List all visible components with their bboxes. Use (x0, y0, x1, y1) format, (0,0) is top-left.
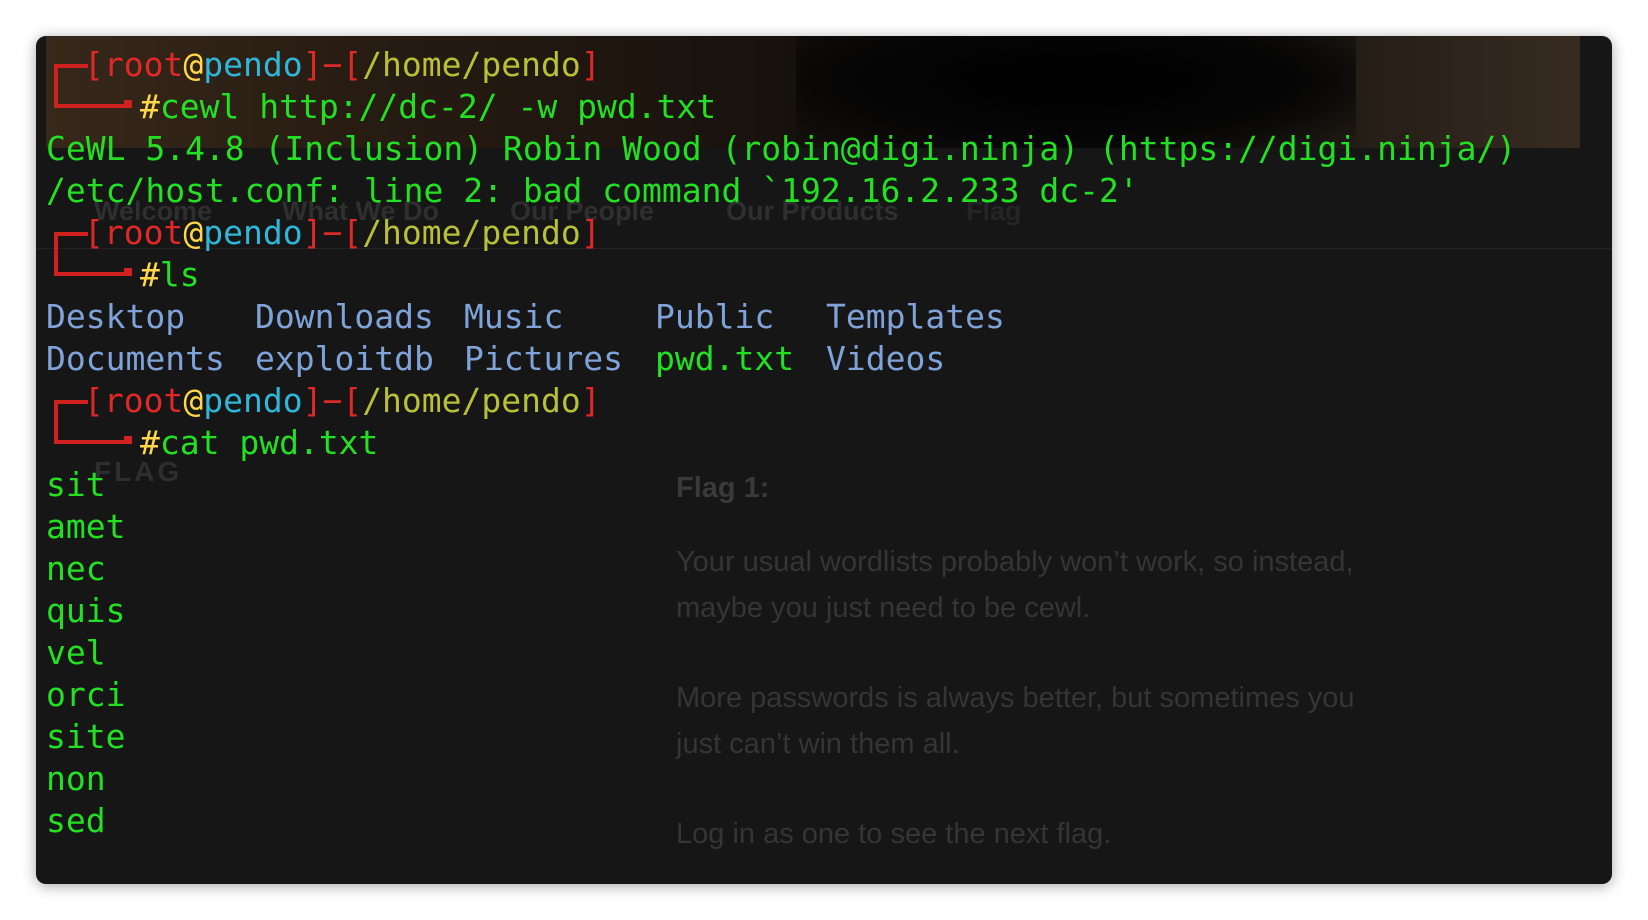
command-text: ls (159, 255, 200, 294)
wordlist-line: amet (46, 507, 126, 546)
prompt-at: @ (183, 213, 204, 252)
prompt-host: pendo (203, 213, 303, 252)
prompt-user: root (103, 45, 184, 84)
ls-entry-directory: Documents (46, 339, 225, 378)
command-line: #cat pwd.txt (140, 422, 378, 464)
ls-entry-file: pwd.txt (655, 339, 795, 378)
prompt-at: @ (183, 381, 204, 420)
prompt-hash: # (140, 255, 160, 294)
wordlist-line: vel (46, 633, 106, 672)
ls-entry-directory: Pictures (464, 339, 623, 378)
prompt-corner-dot (124, 100, 132, 108)
prompt-cwd: /home/pendo (362, 213, 581, 252)
cewl-error: /etc/host.conf: line 2: bad command `192… (46, 171, 1139, 210)
prompt-line: [root@pendo]−[/home/pendo] (84, 45, 601, 84)
prompt-cwd: /home/pendo (362, 45, 581, 84)
command-text: cat pwd.txt (159, 423, 379, 462)
wordlist-line: nec (46, 549, 106, 588)
prompt-at: @ (183, 45, 204, 84)
ls-entry-directory: exploitdb (255, 339, 434, 378)
cewl-banner: CeWL 5.4.8 (Inclusion) Robin Wood (robin… (46, 129, 1517, 168)
wordlist-line: quis (46, 591, 126, 630)
prompt-host: pendo (203, 45, 303, 84)
prompt-user: root (103, 213, 184, 252)
wordlist-line: orci (46, 675, 126, 714)
prompt-cwd: /home/pendo (362, 381, 581, 420)
ls-entry-directory: Public (655, 297, 775, 336)
terminal-window[interactable]: Welcome What We Do Our People Our Produc… (36, 36, 1612, 884)
prompt-user: root (103, 381, 184, 420)
ls-entry-directory: Music (464, 297, 564, 336)
command-line: #ls (140, 254, 200, 296)
prompt-line: [root@pendo]−[/home/pendo] (84, 381, 601, 420)
ls-entry-directory: Desktop (46, 297, 186, 336)
prompt-corner-dot (124, 436, 132, 444)
prompt-hash: # (140, 87, 160, 126)
command-text: cewl http://dc-2/ -w pwd.txt (159, 87, 717, 126)
wordlist-line: sit (46, 465, 106, 504)
prompt-host: pendo (203, 381, 303, 420)
prompt-line: [root@pendo]−[/home/pendo] (84, 213, 601, 252)
wordlist-line: sed (46, 801, 106, 840)
wordlist-line: non (46, 759, 106, 798)
ls-entry-directory: Videos (826, 339, 946, 378)
wordlist-line: site (46, 717, 126, 756)
command-line: #cewl http://dc-2/ -w pwd.txt (140, 86, 716, 128)
ls-entry-directory: Downloads (255, 297, 434, 336)
ls-entry-directory: Templates (826, 297, 1005, 336)
terminal-output[interactable]: [root@pendo]−[/home/pendo] #cewl http://… (46, 40, 1612, 884)
prompt-hash: # (140, 423, 160, 462)
prompt-corner-dot (124, 268, 132, 276)
